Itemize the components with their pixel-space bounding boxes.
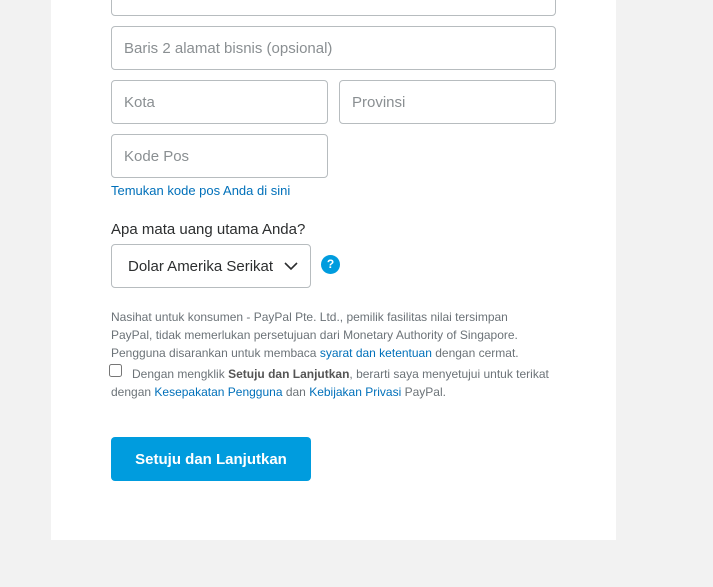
terms-link[interactable]: syarat dan ketentuan — [320, 346, 432, 360]
consumer-notice: Nasihat untuk konsumen - PayPal Pte. Ltd… — [111, 308, 541, 362]
form-card: Temukan kode pos Anda di sini Apa mata u… — [51, 0, 616, 540]
currency-question: Apa mata uang utama Anda? — [111, 221, 306, 238]
agreement-connector: dan — [282, 385, 310, 399]
city-field[interactable] — [111, 80, 328, 124]
currency-select[interactable]: Dolar Amerika Serikat — [111, 244, 311, 288]
user-agreement-link[interactable]: Kesepakatan Pengguna — [154, 385, 282, 399]
address-line2-field[interactable] — [111, 26, 556, 70]
chevron-down-icon — [284, 262, 298, 271]
province-field[interactable] — [339, 80, 556, 124]
notice-text-end: dengan cermat. — [431, 346, 519, 360]
agreement-bold: Setuju dan Lanjutkan — [228, 367, 350, 381]
postal-code-help-link[interactable]: Temukan kode pos Anda di sini — [111, 183, 290, 198]
agreement-text: Dengan mengklik Setuju dan Lanjutkan, be… — [111, 365, 561, 401]
help-icon-symbol: ? — [326, 257, 335, 271]
postal-code-field[interactable] — [111, 134, 328, 178]
agree-continue-button[interactable]: Setuju dan Lanjutkan — [111, 437, 311, 481]
agreement-suffix: PayPal. — [401, 385, 446, 399]
currency-selected-value: Dolar Amerika Serikat — [128, 258, 274, 275]
address-line1-field[interactable] — [111, 0, 556, 16]
agreement-prefix: Dengan mengklik — [132, 367, 229, 381]
privacy-policy-link[interactable]: Kebijakan Privasi — [309, 385, 401, 399]
help-icon[interactable]: ? — [321, 255, 340, 274]
